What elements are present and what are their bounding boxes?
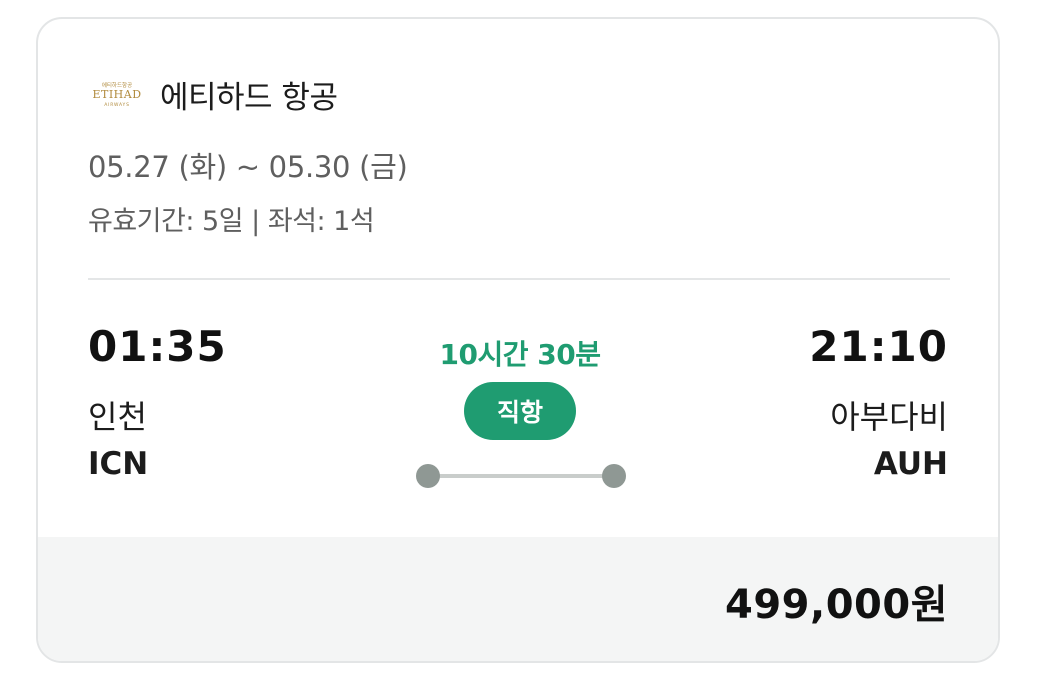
validity-seats: 유효기간: 5일 | 좌석: 1석 xyxy=(88,206,375,237)
airline-header: 에티하드항공 ETIHAD AIRWAYS 에티하드 항공 xyxy=(88,71,338,117)
destination-dot-icon xyxy=(602,464,626,488)
price-footer: 499,000원 xyxy=(38,537,998,661)
airline-name: 에티하드 항공 xyxy=(160,79,338,116)
divider xyxy=(88,278,950,280)
departure-time: 01:35 xyxy=(88,322,227,371)
etihad-logo-icon: 에티하드항공 ETIHAD AIRWAYS xyxy=(92,81,141,108)
direct-flight-badge: 직항 xyxy=(464,382,576,440)
departure-city: 인천 xyxy=(88,398,147,436)
logo-wordmark: ETIHAD xyxy=(92,88,141,101)
flight-duration: 10시간 30분 xyxy=(439,338,601,371)
price: 499,000원 xyxy=(725,582,948,628)
arrival-time: 21:10 xyxy=(809,322,948,371)
route-line xyxy=(416,462,626,490)
trip-dates: 05.27 (화) ~ 05.30 (금) xyxy=(88,150,408,184)
flight-card[interactable]: 에티하드항공 ETIHAD AIRWAYS 에티하드 항공 05.27 (화) … xyxy=(36,17,1000,663)
departure-code: ICN xyxy=(88,446,149,482)
origin-dot-icon xyxy=(416,464,440,488)
logo-subtext: AIRWAYS xyxy=(104,102,130,108)
arrival-code: AUH xyxy=(873,446,948,482)
route-bar xyxy=(428,474,614,478)
arrival-city: 아부다비 xyxy=(830,398,948,436)
